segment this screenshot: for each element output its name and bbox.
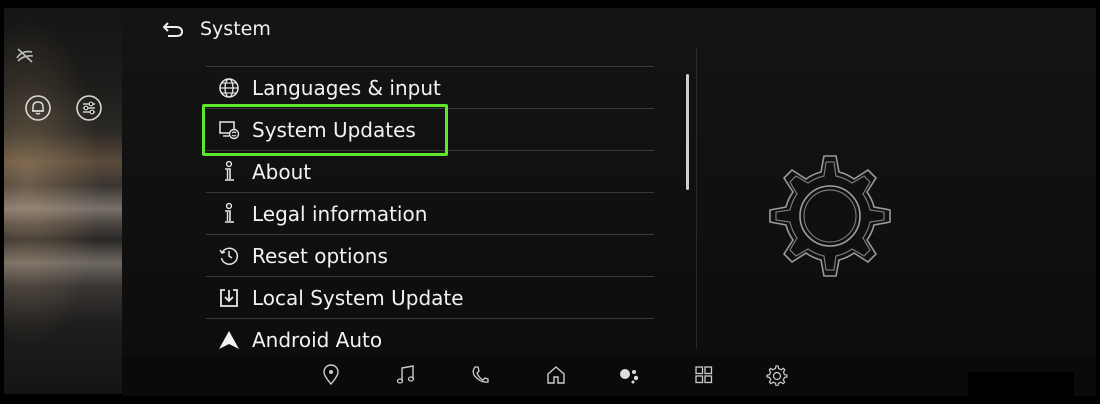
panel-divider <box>696 48 697 348</box>
menu-item-legal[interactable]: Legal information <box>206 192 654 234</box>
menu-item-system-updates[interactable]: System Updates <box>206 108 654 150</box>
settings-gear-icon[interactable] <box>766 364 788 386</box>
phone-icon[interactable] <box>470 364 490 386</box>
menu-item-languages[interactable]: Languages & input <box>206 66 654 108</box>
globe-icon <box>216 75 242 101</box>
download-box-icon <box>216 285 242 311</box>
info-icon <box>216 201 242 227</box>
settings-gear-icon <box>762 148 898 284</box>
menu-item-reset[interactable]: Reset options <box>206 234 654 276</box>
menu-item-label: Local System Update <box>252 285 464 310</box>
bell-icon[interactable] <box>24 94 52 122</box>
history-icon <box>216 243 242 269</box>
music-note-icon[interactable] <box>396 364 416 386</box>
bottom-dock <box>122 354 1096 396</box>
apps-grid-icon[interactable] <box>694 364 714 386</box>
menu-item-about[interactable]: About <box>206 150 654 192</box>
menu-item-label: Reset options <box>252 243 388 268</box>
header: System <box>162 14 271 44</box>
driver-assist-off-icon[interactable] <box>14 46 36 64</box>
menu-item-local-update[interactable]: Local System Update <box>206 276 654 318</box>
infotainment-screen: System Languages & input System Updates … <box>0 0 1100 404</box>
android-auto-icon <box>216 327 242 353</box>
assistant-icon[interactable] <box>618 364 642 386</box>
menu-item-label: Legal information <box>252 201 428 226</box>
sliders-icon[interactable] <box>75 94 103 122</box>
menu-item-label: Android Auto <box>252 327 383 352</box>
status-area <box>968 372 1074 396</box>
menu-item-label: System Updates <box>252 117 416 142</box>
info-icon <box>216 159 242 185</box>
settings-panel: System Languages & input System Updates … <box>122 8 1096 354</box>
location-pin-icon[interactable] <box>322 364 340 386</box>
home-icon[interactable] <box>546 364 566 386</box>
settings-list: Languages & input System Updates About L… <box>206 66 654 360</box>
left-panel <box>4 8 122 394</box>
menu-item-label: Languages & input <box>252 75 441 100</box>
page-title: System <box>200 18 271 40</box>
menu-item-label: About <box>252 159 312 184</box>
scrollbar[interactable] <box>686 74 689 190</box>
back-arrow-icon[interactable] <box>162 20 184 38</box>
system-update-icon <box>216 117 242 143</box>
